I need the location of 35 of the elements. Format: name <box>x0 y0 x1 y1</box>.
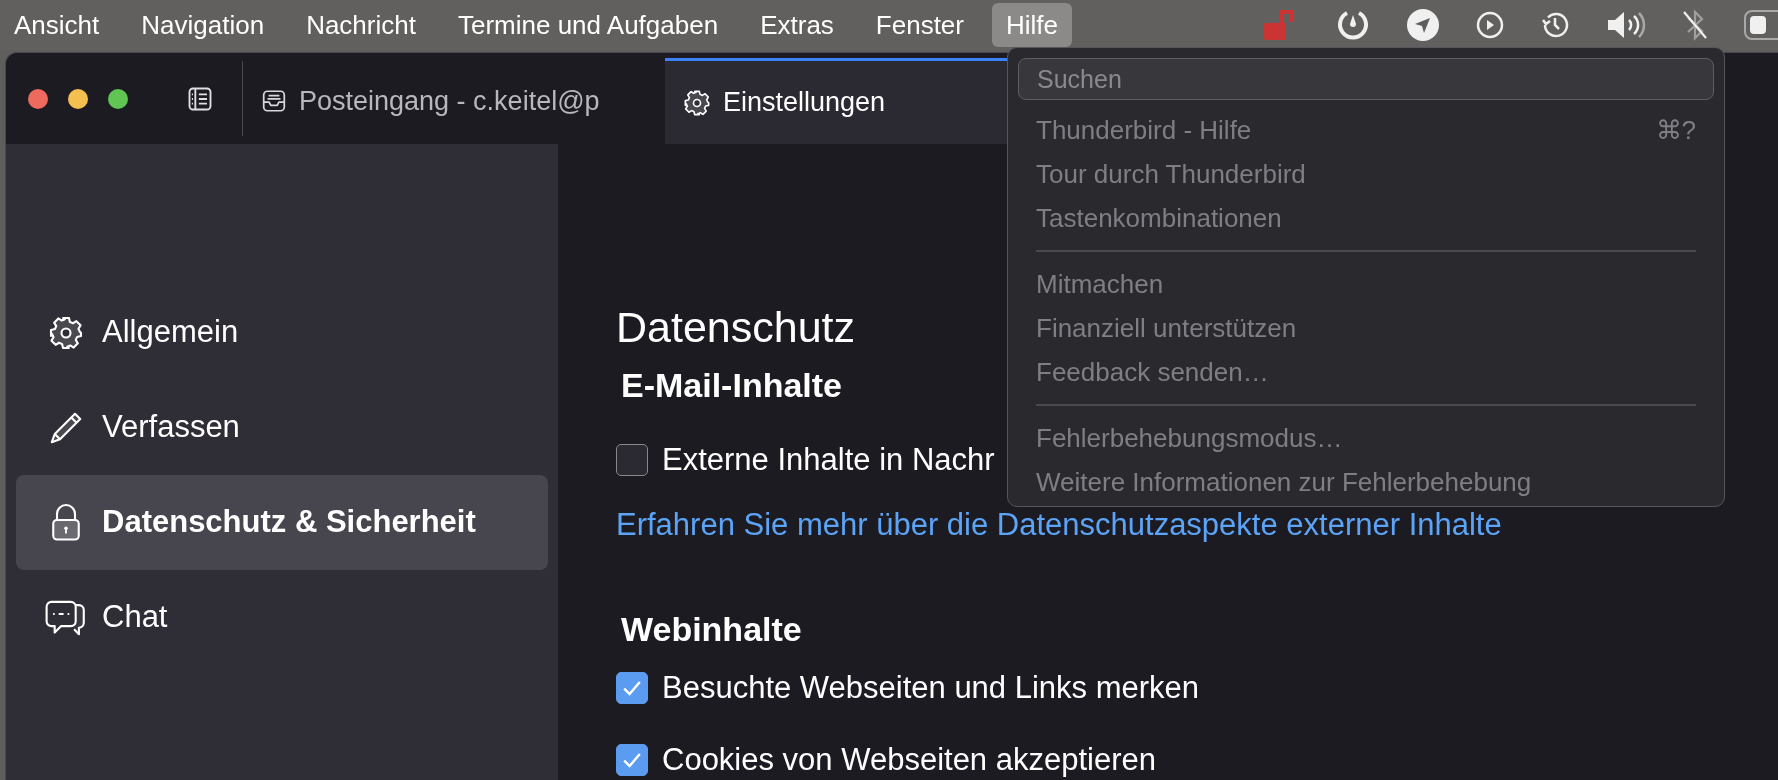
checkbox-label: Externe Inhalte in Nachr <box>662 443 995 477</box>
section-heading: E-Mail-Inhalte <box>620 367 843 403</box>
gear-icon <box>48 314 84 351</box>
tab[interactable]: Posteingang - c.keitel@p <box>243 58 665 144</box>
minimize-button[interactable] <box>68 88 88 109</box>
gear-icon <box>683 88 711 117</box>
menu-item[interactable]: Fenster <box>861 3 978 47</box>
checkbox-label: Besuchte Webseiten und Links merken <box>662 671 1200 705</box>
volume-icon <box>1606 10 1646 40</box>
page-title: Datenschutz <box>616 304 856 350</box>
sidebar-item[interactable]: Allgemein <box>16 285 548 380</box>
close-button[interactable] <box>28 88 48 109</box>
checkbox[interactable] <box>616 444 648 476</box>
section-heading: Webinhalte <box>620 611 802 647</box>
history-icon <box>1540 10 1570 40</box>
checkbox[interactable] <box>616 744 648 776</box>
toggle-icon <box>1744 10 1778 40</box>
menu-item[interactable]: Extras <box>746 3 848 47</box>
zoom-button[interactable] <box>108 88 128 109</box>
bluetooth-off-icon <box>1682 9 1708 41</box>
sidebar-item[interactable]: Verfassen <box>16 380 548 475</box>
checkbox[interactable] <box>616 672 648 704</box>
menu-item[interactable]: Navigation <box>127 3 279 47</box>
sidebar-item[interactable]: Chat <box>16 570 548 665</box>
inbox-icon <box>261 88 287 114</box>
shortcut: ⌘? <box>1655 113 1696 147</box>
menu-item[interactable]: Nachricht <box>292 3 430 47</box>
checkbox-label: Cookies von Webseiten akzeptieren <box>662 743 1156 777</box>
learn-more-link[interactable]: Erfahren Sie mehr über die Datenschutzaspekte externer Inhalte <box>616 509 1502 541</box>
menu-item[interactable]: Ansicht <box>0 3 114 47</box>
menu-item[interactable]: Termine und Aufgaben <box>443 3 733 47</box>
search-field[interactable]: Suchen <box>1018 58 1714 100</box>
play-icon <box>1476 11 1504 39</box>
menu-item[interactable]: Hilfe <box>992 3 1072 47</box>
sidebar-item[interactable]: Datenschutz & Sicherheit <box>16 475 548 570</box>
